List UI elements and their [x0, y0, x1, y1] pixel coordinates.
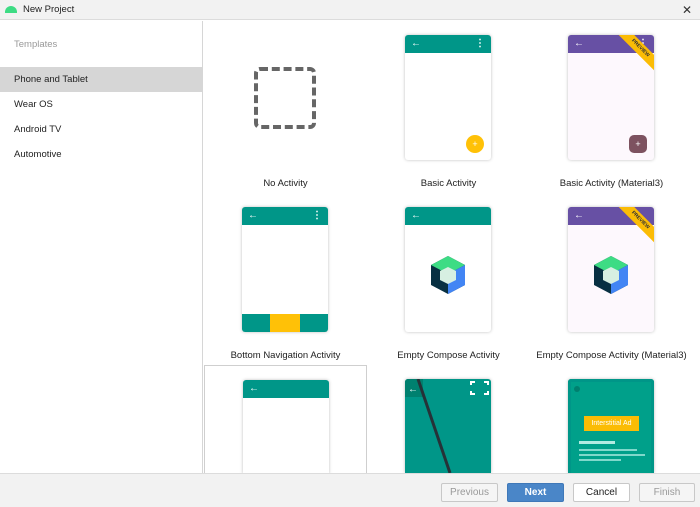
template-fullscreen-activity[interactable]: ← — [367, 365, 530, 473]
fab-plus-icon: + — [629, 135, 647, 153]
text-line — [579, 459, 621, 461]
template-label: No Activity — [263, 178, 308, 189]
template-interstitial-ad[interactable]: Interstitial Ad — [530, 365, 693, 473]
bottom-nav-bar — [242, 314, 328, 332]
text-line — [579, 454, 645, 456]
fab-plus-icon: + — [466, 135, 484, 153]
template-empty-compose-activity[interactable]: ← Empty Compose Activity — [367, 193, 530, 361]
phone-preview: ← — [405, 379, 491, 473]
phone-preview: ← PREVIEW — [568, 207, 654, 332]
template-basic-activity[interactable]: ← ⋮ + Basic Activity — [367, 21, 530, 189]
fullscreen-preview-graphic: ← — [405, 379, 489, 473]
interstitial-ad-label: Interstitial Ad — [584, 416, 639, 431]
back-arrow-icon: ← — [411, 38, 421, 49]
template-label: Basic Activity — [420, 178, 477, 189]
sidebar-item-wear-os[interactable]: Wear OS — [0, 92, 202, 117]
template-label: Empty Compose Activity (Material3) — [536, 350, 687, 361]
sidebar-item-phone-and-tablet[interactable]: Phone and Tablet — [0, 67, 202, 92]
back-arrow-icon: ← — [574, 210, 584, 221]
phone-preview: ← — [405, 207, 491, 332]
title-bar: New Project ✕ — [0, 0, 700, 20]
back-arrow-icon: ← — [574, 38, 584, 49]
compose-logo-icon — [594, 256, 628, 294]
phone-preview: ← ⋮ — [242, 207, 328, 332]
next-button[interactable]: Next — [507, 483, 564, 502]
previous-button[interactable]: Previous — [441, 483, 498, 502]
template-empty-compose-activity-material3[interactable]: ← PREVIEW Empty Compose Activity (Materi… — [530, 193, 693, 361]
sidebar: Templates Phone and Tablet Wear OS Andro… — [0, 21, 203, 473]
back-arrow-icon: ← — [248, 210, 258, 221]
phone-preview: ←⋮ PREVIEW + — [568, 35, 654, 160]
template-bottom-navigation-activity[interactable]: ← ⋮ Bottom Navigation Activity — [204, 193, 367, 361]
close-icon[interactable]: ✕ — [682, 3, 692, 17]
sidebar-item-automotive[interactable]: Automotive — [0, 142, 202, 167]
more-icon: ⋮ — [312, 210, 322, 221]
phone-preview: ← — [243, 380, 329, 474]
template-no-activity[interactable]: No Activity — [204, 21, 367, 189]
cancel-button[interactable]: Cancel — [573, 483, 630, 502]
footer: Previous Next Cancel Finish — [0, 473, 700, 507]
camera-dot-icon — [574, 386, 580, 392]
window-title: New Project — [23, 4, 75, 15]
template-empty-activity[interactable]: ← — [204, 365, 367, 474]
template-basic-activity-material3[interactable]: ←⋮ PREVIEW + Basic Activity (Material3) — [530, 21, 693, 189]
sidebar-header: Templates — [14, 39, 58, 50]
finish-button[interactable]: Finish — [639, 483, 695, 502]
phone-preview: ← ⋮ + — [405, 35, 491, 160]
template-grid: No Activity ←⋮ + Basic Activity ←⋮ PREVI… — [204, 21, 700, 474]
template-label: Bottom Navigation Activity — [230, 350, 341, 361]
template-label: Empty Compose Activity — [397, 350, 500, 361]
android-logo-icon — [5, 6, 17, 13]
back-arrow-icon: ← — [249, 383, 259, 394]
svg-text:←: ← — [408, 384, 418, 395]
back-arrow-icon: ← — [411, 210, 421, 221]
text-line — [579, 449, 637, 451]
compose-logo-icon — [431, 256, 465, 294]
phone-preview: Interstitial Ad — [568, 379, 654, 473]
sidebar-item-android-tv[interactable]: Android TV — [0, 117, 202, 142]
template-label: Basic Activity (Material3) — [559, 178, 664, 189]
empty-placeholder-icon — [254, 67, 316, 129]
text-line — [579, 441, 615, 444]
more-icon: ⋮ — [475, 38, 485, 49]
